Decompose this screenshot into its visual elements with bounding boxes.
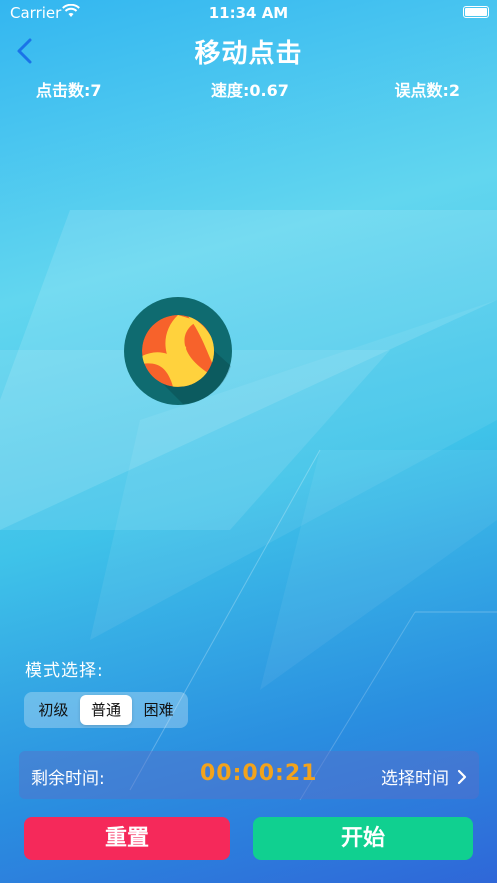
timer-bar: 剩余时间: 00:00:21 选择时间	[19, 751, 479, 799]
click-count: 点击数:7	[36, 81, 102, 100]
mode-option-hard[interactable]: 困难	[132, 695, 185, 725]
beach-ball-icon[interactable]	[123, 296, 233, 406]
chevron-right-icon	[457, 769, 467, 784]
start-button[interactable]: 开始	[253, 817, 473, 860]
remaining-time-label: 剩余时间:	[31, 769, 105, 789]
mode-option-normal[interactable]: 普通	[79, 695, 133, 725]
mode-selector: 初级 普通 困难	[24, 692, 188, 728]
speed-stat: 速度:0.67	[211, 81, 289, 100]
status-bar: Carrier 11:34 AM	[0, 0, 497, 26]
battery-icon	[463, 6, 489, 18]
page-title: 移动点击	[194, 39, 303, 69]
miss-count: 误点数:2	[394, 81, 460, 100]
mode-label: 模式选择:	[25, 661, 104, 681]
status-time: 11:34 AM	[208, 4, 289, 22]
remaining-time-value: 00:00:21	[200, 761, 318, 786]
mode-option-beginner[interactable]: 初级	[27, 695, 80, 725]
select-time-button[interactable]: 选择时间	[381, 764, 467, 789]
select-time-label: 选择时间	[381, 769, 449, 789]
reset-button[interactable]: 重置	[24, 817, 230, 860]
